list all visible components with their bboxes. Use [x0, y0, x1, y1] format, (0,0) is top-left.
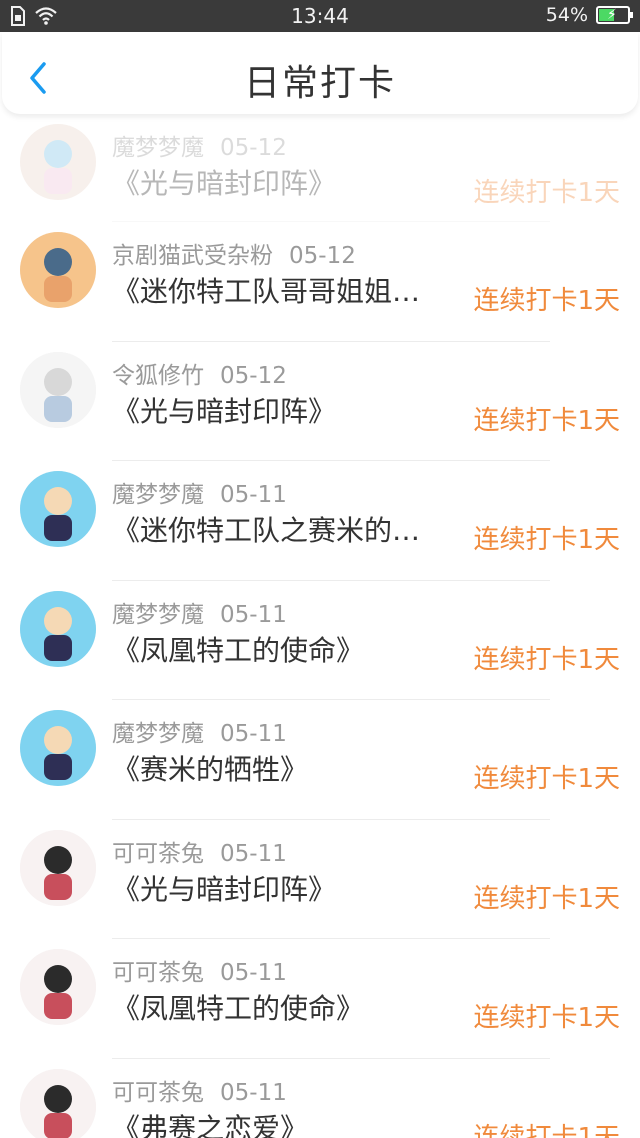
avatar[interactable]	[20, 351, 96, 428]
entry-date: 05-12	[220, 362, 287, 389]
entry-meta: 魔梦梦魔 05-11	[112, 475, 287, 509]
username[interactable]: 魔梦梦魔	[112, 135, 204, 161]
avatar[interactable]	[20, 232, 96, 308]
username[interactable]: 京剧猫武受杂粉	[112, 243, 273, 269]
avatar-image	[20, 232, 96, 308]
entry-meta: 京剧猫武受杂粉 05-12	[112, 236, 356, 270]
avatar-image	[20, 710, 96, 786]
battery-percent: 54%	[545, 4, 588, 26]
list-item[interactable]: 京剧猫武受杂粉 05-12 《迷你特工队哥哥姐姐… 连续打卡1天	[0, 222, 640, 342]
entry-meta: 可可茶兔 05-11	[112, 953, 287, 987]
list-item[interactable]: 可可茶兔 05-11 《光与暗封印阵》 连续打卡1天	[0, 820, 640, 939]
avatar-image	[20, 351, 96, 428]
list-item[interactable]: 魔梦梦魔 05-12 《光与暗封印阵》 连续打卡1天	[0, 114, 640, 222]
clock: 13:44	[291, 4, 349, 28]
avatar[interactable]	[20, 590, 96, 667]
avatar-image	[20, 590, 96, 667]
avatar-image	[20, 124, 96, 200]
entry-meta: 令狐修竹 05-12	[112, 356, 287, 390]
streak-label: 连续打卡1天	[473, 883, 620, 914]
book-title[interactable]: 《凤凰特工的使命》	[112, 629, 452, 669]
book-title[interactable]: 《赛米的牺牲》	[112, 748, 452, 788]
avatar-image	[20, 1068, 96, 1138]
username[interactable]: 魔梦梦魔	[112, 602, 204, 628]
streak-label: 连续打卡1天	[473, 644, 620, 675]
book-title[interactable]: 《迷你特工队哥哥姐姐…	[112, 270, 452, 310]
streak-label: 连续打卡1天	[473, 764, 620, 794]
entry-date: 05-11	[220, 1079, 287, 1106]
username[interactable]: 令狐修竹	[112, 363, 204, 389]
avatar-image	[20, 471, 96, 547]
list-item[interactable]: 魔梦梦魔 05-11 《迷你特工队之赛米的… 连续打卡1天	[0, 461, 640, 581]
avatar[interactable]	[20, 949, 96, 1025]
book-title[interactable]: 《凤凰特工的使命》	[112, 987, 452, 1027]
entry-meta: 可可茶兔 05-11	[112, 834, 287, 868]
list-item[interactable]: 魔梦梦魔 05-11 《赛米的牺牲》 连续打卡1天	[0, 700, 640, 820]
entry-meta: 魔梦梦魔 05-11	[112, 595, 287, 629]
list-item[interactable]: 令狐修竹 05-12 《光与暗封印阵》 连续打卡1天	[0, 342, 640, 461]
streak-label: 连续打卡1天	[473, 525, 620, 555]
streak-label: 连续打卡1天	[473, 405, 620, 436]
book-title[interactable]: 《光与暗封印阵》	[112, 868, 452, 908]
list-item[interactable]: 魔梦梦魔 05-11 《凤凰特工的使命》 连续打卡1天	[0, 581, 640, 700]
status-icons-right: 54% ⚡	[545, 4, 633, 26]
checkin-list[interactable]: 魔梦梦魔 05-12 《光与暗封印阵》 连续打卡1天 京剧猫武受杂粉 05-12 《迷你特工…	[0, 114, 640, 1138]
list-item[interactable]: 可可茶兔 05-11 《弗赛之恋爱》 连续打卡1天	[0, 1059, 640, 1138]
entry-date: 05-11	[220, 482, 287, 508]
entry-meta: 可可茶兔 05-11	[112, 1073, 287, 1107]
entry-date: 05-11	[220, 840, 287, 867]
avatar-image	[20, 829, 96, 906]
avatar[interactable]	[20, 1068, 96, 1138]
username[interactable]: 可可茶兔	[112, 960, 204, 986]
avatar-image	[20, 949, 96, 1025]
avatar[interactable]	[20, 124, 96, 200]
book-title[interactable]: 《迷你特工队之赛米的…	[112, 509, 452, 549]
streak-label: 连续打卡1天	[473, 286, 620, 316]
charging-icon: ⚡	[607, 7, 617, 23]
book-title[interactable]: 《光与暗封印阵》	[112, 162, 452, 202]
entry-date: 05-12	[289, 243, 356, 269]
streak-label: 连续打卡1天	[473, 1003, 620, 1033]
streak-label: 连续打卡1天	[473, 1122, 620, 1138]
book-title[interactable]: 《光与暗封印阵》	[112, 390, 452, 430]
username[interactable]: 魔梦梦魔	[112, 482, 204, 508]
avatar[interactable]	[20, 710, 96, 786]
username[interactable]: 可可茶兔	[112, 1080, 204, 1106]
entry-meta: 魔梦梦魔 05-12	[112, 128, 287, 162]
entry-date: 05-11	[220, 601, 287, 628]
username[interactable]: 可可茶兔	[112, 841, 204, 867]
battery-icon: ⚡	[596, 6, 633, 24]
list-item[interactable]: 可可茶兔 05-11 《凤凰特工的使命》 连续打卡1天	[0, 939, 640, 1059]
entry-date: 05-11	[220, 960, 287, 986]
book-title[interactable]: 《弗赛之恋爱》	[112, 1107, 452, 1138]
entry-date: 05-11	[220, 721, 287, 747]
streak-label: 连续打卡1天	[473, 178, 620, 208]
page-title: 日常打卡	[243, 63, 396, 104]
avatar[interactable]	[20, 471, 96, 547]
status-bar: 13:44 54% ⚡	[0, 0, 640, 32]
entry-meta: 魔梦梦魔 05-11	[112, 714, 287, 748]
nav-header: 日常打卡	[2, 32, 638, 114]
username[interactable]: 魔梦梦魔	[112, 721, 204, 747]
entry-date: 05-12	[220, 135, 287, 161]
avatar[interactable]	[20, 829, 96, 906]
